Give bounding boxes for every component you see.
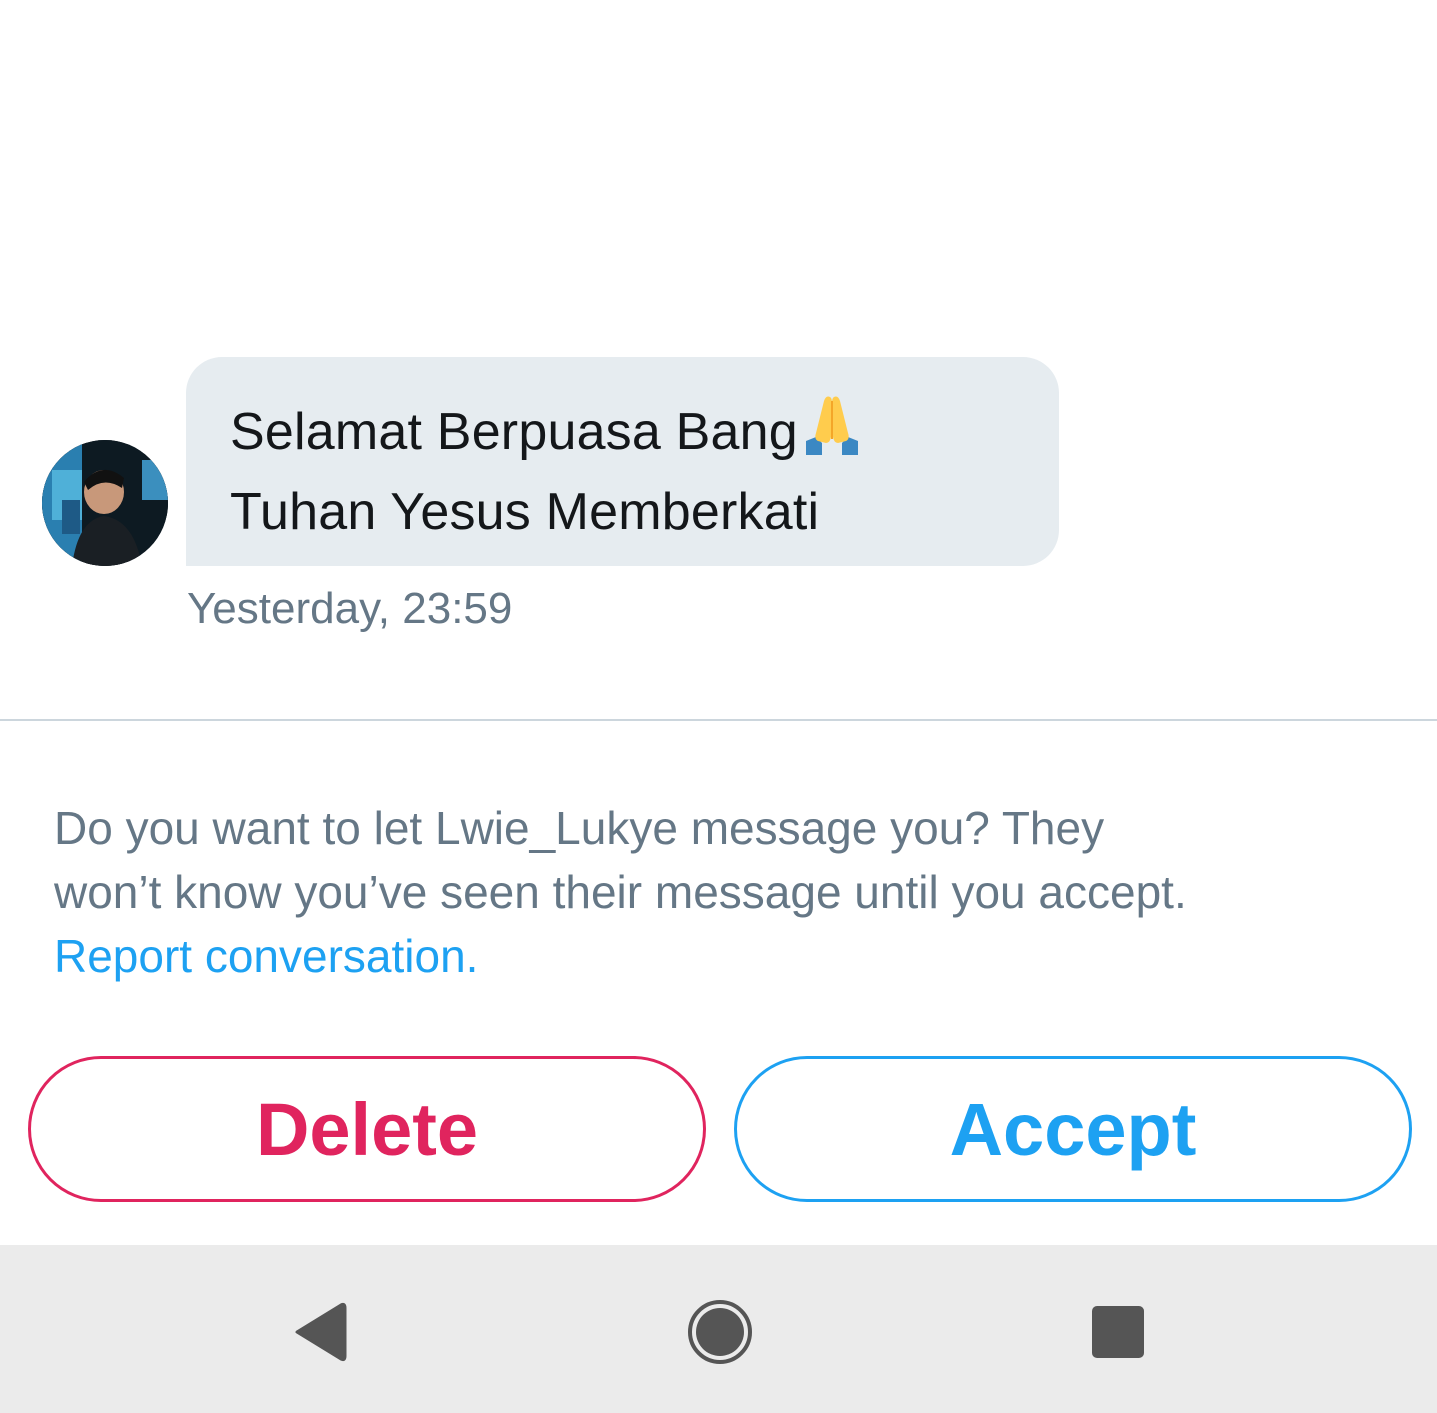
message-request-prompt: Do you want to let Lwie_Lukye message yo…: [54, 796, 1384, 988]
accept-button-label: Accept: [949, 1087, 1197, 1171]
android-navigation-bar: [0, 1245, 1437, 1413]
avatar-photo-icon: [42, 440, 168, 566]
request-prompt-line-1: Do you want to let Lwie_Lukye message yo…: [54, 802, 1105, 854]
folded-hands-emoji-icon: [800, 393, 864, 475]
back-triangle-icon: [295, 1302, 347, 1362]
message-bubble[interactable]: Selamat Berpuasa Bang Tuhan Yesus Member…: [186, 357, 1059, 566]
report-conversation-link[interactable]: Report conversation.: [54, 924, 1384, 988]
message-line-1: Selamat Berpuasa Bang: [230, 393, 1017, 475]
message-line-1-text: Selamat Berpuasa Bang: [230, 403, 798, 461]
nav-recents-button[interactable]: [1083, 1297, 1153, 1367]
sender-avatar[interactable]: [42, 440, 168, 566]
divider: [0, 719, 1437, 721]
delete-button-label: Delete: [255, 1087, 479, 1171]
home-circle-icon: [688, 1300, 752, 1364]
message-timestamp: Yesterday, 23:59: [187, 584, 513, 633]
recents-square-icon: [1092, 1306, 1144, 1358]
request-prompt-line-2: won’t know you’ve seen their message unt…: [54, 866, 1187, 918]
nav-back-button[interactable]: [284, 1297, 354, 1367]
message-request-screen: Selamat Berpuasa Bang Tuhan Yesus Member…: [0, 0, 1437, 1413]
message-row: Selamat Berpuasa Bang Tuhan Yesus Member…: [0, 357, 1437, 657]
accept-button[interactable]: Accept: [734, 1056, 1412, 1202]
message-line-2: Tuhan Yesus Memberkati: [230, 483, 820, 541]
delete-button[interactable]: Delete: [28, 1056, 706, 1202]
nav-home-button[interactable]: [685, 1297, 755, 1367]
